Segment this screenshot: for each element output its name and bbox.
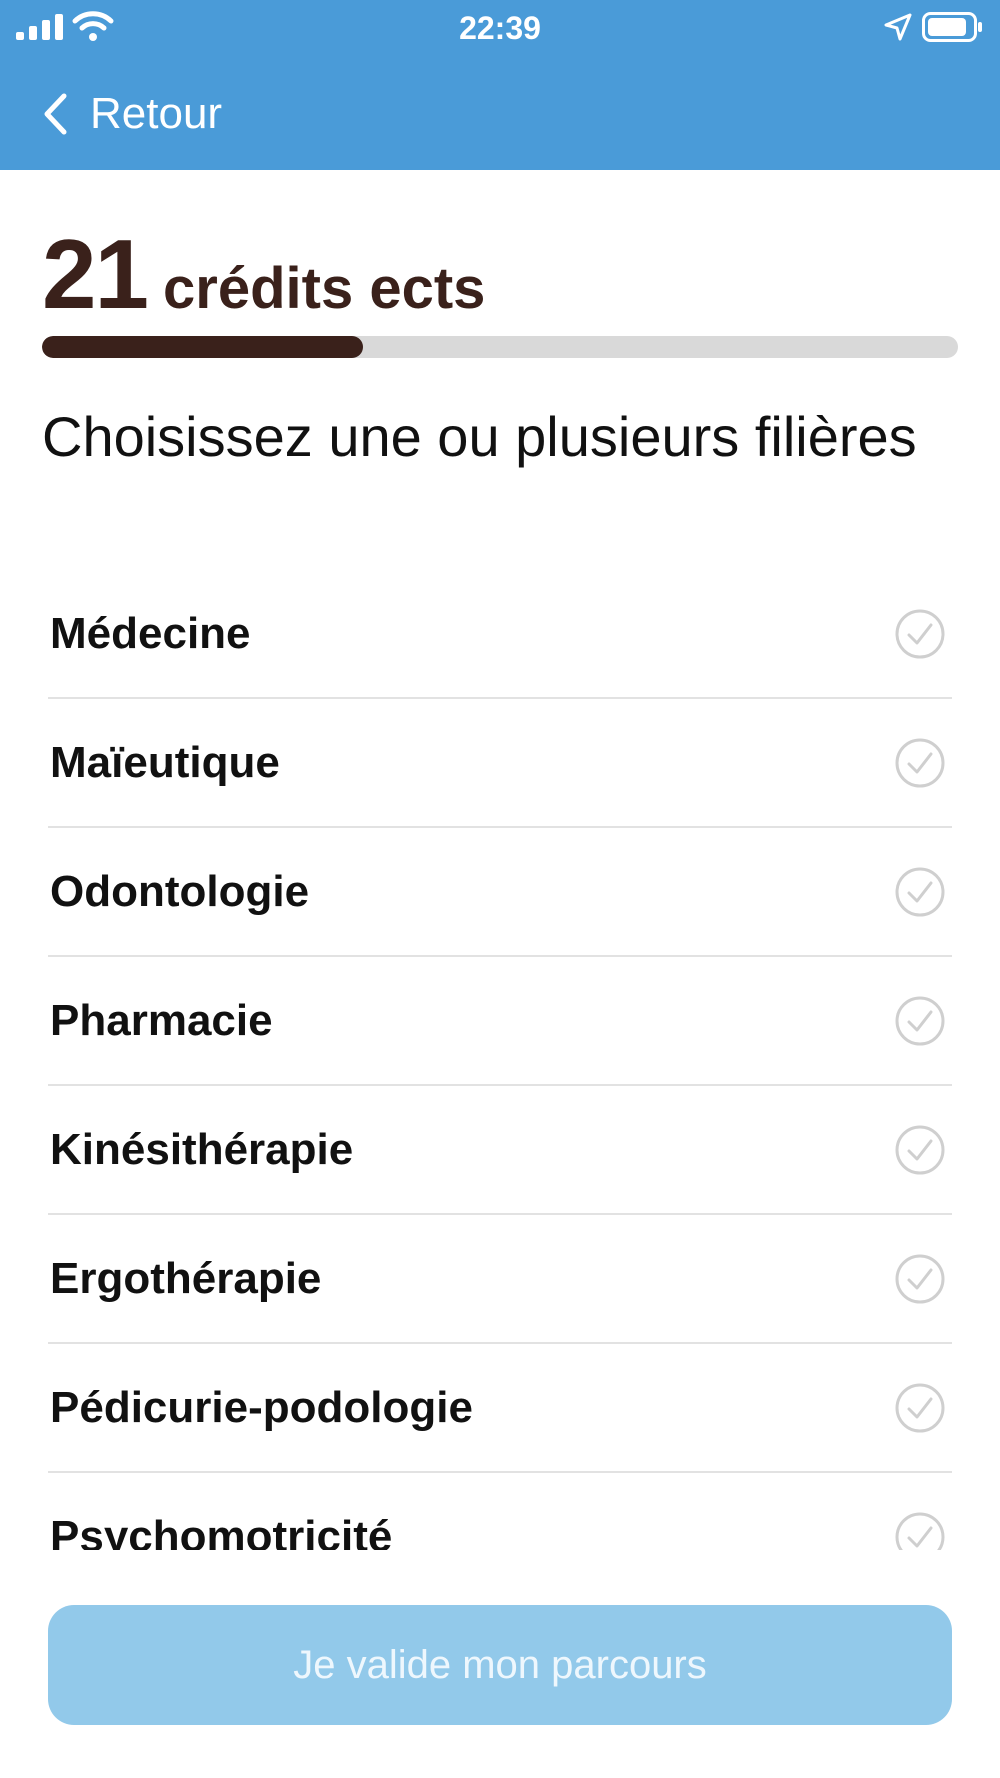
list-item-ergotherapie[interactable]: Ergothérapie [48,1215,952,1344]
list-item-label: Pharmacie [50,995,273,1045]
status-time: 22:39 [459,10,541,46]
page-heading: Choisissez une ou plusieurs filières [42,405,917,468]
check-circle-icon[interactable] [894,866,946,918]
back-button[interactable]: Retour [42,84,222,144]
location-arrow-icon [884,13,912,41]
check-circle-icon[interactable] [894,737,946,789]
credits-progress-fill [42,336,363,358]
check-circle-icon[interactable] [894,608,946,660]
list-item-maieutique[interactable]: Maïeutique [48,699,952,828]
program-list: Médecine Maïeutique Odontologie Pharmaci… [48,570,952,1550]
list-item-pedicurie-podologie[interactable]: Pédicurie-podologie [48,1344,952,1473]
check-circle-icon[interactable] [894,1511,946,1551]
chevron-left-icon [44,93,67,135]
list-item-label: Ergothérapie [50,1253,322,1303]
check-circle-icon[interactable] [894,1382,946,1434]
battery-icon [922,12,982,42]
validate-path-button[interactable]: Je valide mon parcours [48,1605,952,1725]
list-item-label: Pédicurie-podologie [50,1382,473,1432]
credits-progress-bar [42,336,958,358]
list-item-label: Maïeutique [50,737,280,787]
check-circle-icon[interactable] [894,995,946,1047]
back-label: Retour [90,89,223,138]
list-item-medecine[interactable]: Médecine [48,570,952,699]
check-circle-icon[interactable] [894,1124,946,1176]
top-bar: 22:39 Retour [0,0,1000,170]
list-item-pharmacie[interactable]: Pharmacie [48,957,952,1086]
check-circle-icon[interactable] [894,1253,946,1305]
list-item-odontologie[interactable]: Odontologie [48,828,952,957]
list-item-kinesitherapie[interactable]: Kinésithérapie [48,1086,952,1215]
list-item-psychomotricite[interactable]: Psychomotricité [48,1473,952,1550]
list-item-label: Psychomotricité [50,1511,393,1551]
list-item-label: Médecine [50,608,251,658]
list-item-label: Odontologie [50,866,310,916]
list-item-label: Kinésithérapie [50,1124,354,1174]
credits-summary: 21 crédits ects [42,218,485,331]
credits-value: 21 [42,219,149,329]
credits-label: crédits ects [163,256,486,321]
